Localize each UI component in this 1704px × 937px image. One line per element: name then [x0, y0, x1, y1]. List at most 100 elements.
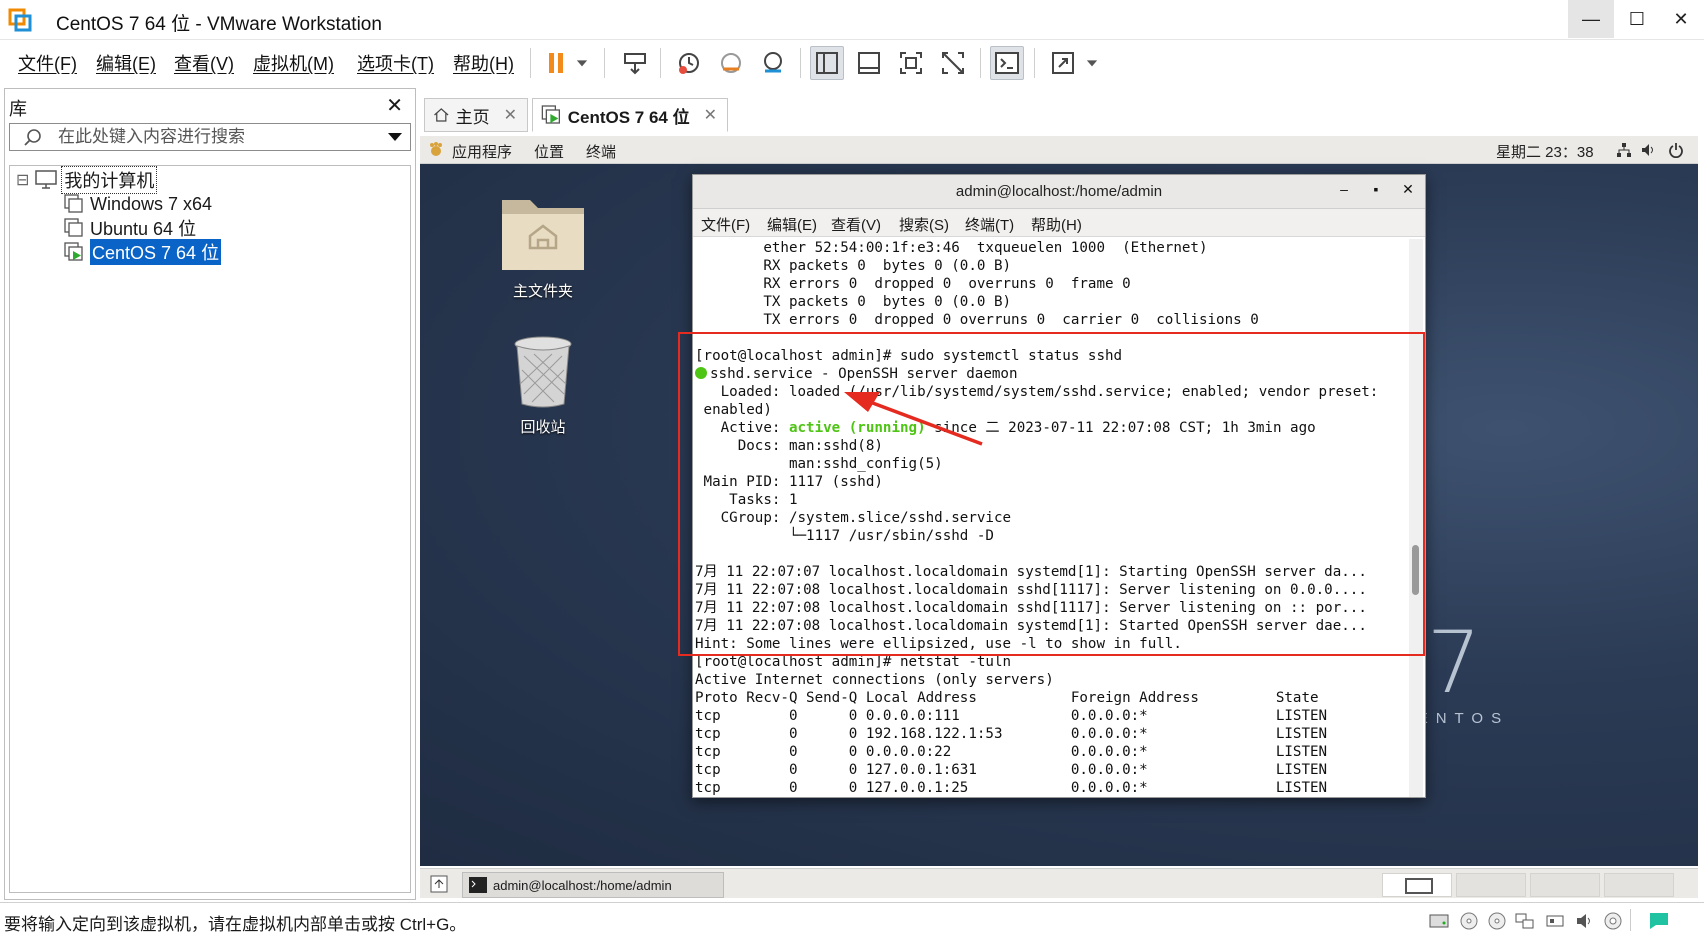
stretch-dropdown-icon[interactable]: [1080, 46, 1104, 80]
guest-bottom-bar: admin@localhost:/home/admin: [420, 868, 1698, 898]
volume-icon[interactable]: [1640, 142, 1656, 158]
title-bar: CentOS 7 64 位 - VMware Workstation — ☐ ✕: [0, 0, 1704, 40]
tree-root[interactable]: ⊟ 我的计算机: [16, 166, 158, 194]
terminal-close-button[interactable]: ✕: [1397, 181, 1419, 203]
taskbar-terminal-item[interactable]: admin@localhost:/home/admin: [462, 872, 724, 898]
library-panel: 库 ✕ ⊟ 我的计算机 Windows 7 x64 Ubuntu 64 位 Ce…: [4, 88, 416, 900]
terminal-menu-help[interactable]: 帮助(H): [1031, 214, 1082, 235]
terminal-title: admin@localhost:/home/admin: [955, 183, 1163, 200]
vmware-logo-icon: [8, 8, 32, 32]
gnome-terminal-menu[interactable]: 终端: [586, 141, 616, 162]
terminal-line: TX packets 0 bytes 0 (0.0 B): [695, 294, 1012, 310]
minimize-button[interactable]: —: [1568, 0, 1614, 38]
terminal-line: tcp 0 0 127.0.0.1:25 0.0.0.0:* LISTEN: [695, 780, 1328, 796]
gnome-places-menu[interactable]: 位置: [534, 141, 564, 162]
menu-help[interactable]: 帮助(H): [453, 50, 514, 76]
terminal-app-icon: [469, 877, 487, 893]
terminal-line: tcp 0 0 0.0.0.0:22 0.0.0.0:* LISTEN: [695, 744, 1328, 760]
annotation-arrow-icon: [844, 392, 983, 446]
terminal-titlebar[interactable]: admin@localhost:/home/admin – ▪ ✕: [693, 175, 1425, 209]
stretch-icon[interactable]: [1046, 46, 1080, 80]
hard-disk-icon[interactable]: [1428, 911, 1450, 931]
collapse-icon[interactable]: ⊟: [16, 170, 29, 190]
search-dropdown-icon[interactable]: [388, 133, 402, 141]
terminal-icon[interactable]: [990, 46, 1024, 80]
tab-centos[interactable]: CentOS 7 64 位 ✕: [532, 98, 728, 132]
vm-running-icon: [541, 105, 561, 124]
library-search-input[interactable]: [58, 126, 378, 148]
terminal-menu-terminal[interactable]: 终端(T): [965, 214, 1014, 235]
desktop-trash[interactable]: 回收站: [488, 334, 598, 437]
library-search[interactable]: [9, 123, 411, 151]
send-ctrl-alt-del-icon[interactable]: [618, 46, 652, 80]
annotation-highlight-box: [678, 332, 1425, 656]
desktop-home-folder[interactable]: 主文件夹: [488, 190, 598, 301]
tab-label: CentOS 7 64 位: [567, 107, 690, 127]
terminal-menubar: 文件(F) 编辑(E) 查看(V) 搜索(S) 终端(T) 帮助(H): [693, 209, 1425, 237]
tab-home[interactable]: 主页 ✕: [424, 98, 528, 132]
unity-icon[interactable]: [936, 46, 970, 80]
status-text: 要将输入定向到该虚拟机，请在虚拟机内部单击或按 Ctrl+G。: [4, 915, 467, 934]
tree-item-ubuntu[interactable]: Ubuntu 64 位: [64, 216, 196, 240]
home-icon: [434, 108, 449, 122]
workspace-3[interactable]: [1530, 873, 1600, 897]
tree-item-label: Windows 7 x64: [90, 193, 213, 214]
snapshot-icon[interactable]: [672, 46, 706, 80]
terminal-minimize-button[interactable]: –: [1333, 181, 1355, 203]
tree-root-label: 我的计算机: [61, 166, 158, 194]
terminal-line: RX errors 0 dropped 0 overruns 0 frame 0: [695, 276, 1131, 292]
tree-item-label: CentOS 7 64 位: [90, 239, 222, 265]
library-close-button[interactable]: ✕: [386, 93, 403, 118]
tree-item-windows7[interactable]: Windows 7 x64: [64, 192, 212, 216]
gnome-clock[interactable]: 星期二 23：38: [1496, 141, 1594, 162]
terminal-menu-edit[interactable]: 编辑(E): [767, 214, 817, 235]
terminal-maximize-button[interactable]: ▪: [1365, 181, 1387, 203]
menu-edit[interactable]: 编辑(E): [96, 50, 156, 76]
menu-view[interactable]: 查看(V): [174, 50, 234, 76]
menu-vm[interactable]: 虚拟机(M): [253, 50, 334, 76]
console-view-icon[interactable]: [852, 46, 886, 80]
terminal-line: TX errors 0 dropped 0 overruns 0 carrier…: [695, 312, 1259, 328]
terminal-menu-file[interactable]: 文件(F): [701, 214, 750, 235]
terminal-line: RX packets 0 bytes 0 (0.0 B): [695, 258, 1012, 274]
terminal-menu-view[interactable]: 查看(V): [831, 214, 881, 235]
menu-toolbar: 文件(F) 编辑(E) 查看(V) 虚拟机(M) 选项卡(T) 帮助(H): [0, 40, 1704, 86]
power-icon[interactable]: [1668, 142, 1684, 158]
cd-icon[interactable]: [1458, 911, 1480, 931]
snapshot-manager-icon[interactable]: [756, 46, 790, 80]
show-desktop-icon[interactable]: [430, 875, 448, 893]
workspace-4[interactable]: [1604, 873, 1674, 897]
message-icon[interactable]: [1648, 911, 1670, 931]
maximize-button[interactable]: ☐: [1614, 0, 1660, 38]
fullscreen-icon[interactable]: [894, 46, 928, 80]
usb-icon[interactable]: [1544, 911, 1566, 931]
tree-item-label: Ubuntu 64 位: [90, 219, 197, 239]
pause-icon[interactable]: [540, 46, 574, 80]
terminal-line: tcp 0 0 0.0.0.0:111 0.0.0.0:* LISTEN: [695, 708, 1328, 724]
tree-item-centos[interactable]: CentOS 7 64 位: [64, 239, 222, 265]
network-adapter-icon[interactable]: [1514, 911, 1536, 931]
workspace-2[interactable]: [1456, 873, 1526, 897]
revert-snapshot-icon[interactable]: [714, 46, 748, 80]
tab-label: 主页: [455, 107, 490, 127]
printer-icon[interactable]: [1602, 911, 1624, 931]
library-view-icon[interactable]: [810, 46, 844, 80]
sound-icon[interactable]: [1574, 911, 1596, 931]
tab-close-icon[interactable]: ✕: [504, 105, 517, 125]
guest-display[interactable]: 应用程序 位置 终端 星期二 23：38 主文件夹 回收站 7 CENTOS a…: [420, 136, 1698, 866]
tab-close-icon[interactable]: ✕: [704, 105, 717, 125]
network-icon[interactable]: [1616, 142, 1632, 158]
terminal-line: ether 52:54:00:1f:e3:46 txqueuelen 1000 …: [695, 240, 1208, 256]
close-button[interactable]: ✕: [1658, 0, 1704, 38]
dropdown-icon[interactable]: [570, 46, 594, 80]
menu-file[interactable]: 文件(F): [18, 50, 77, 76]
terminal-menu-search[interactable]: 搜索(S): [899, 214, 949, 235]
computer-icon: [35, 170, 58, 189]
trash-icon: [514, 336, 572, 408]
workspace-1[interactable]: [1382, 873, 1452, 897]
gnome-applications-menu[interactable]: 应用程序: [452, 141, 512, 162]
menu-tabs[interactable]: 选项卡(T): [357, 50, 434, 76]
terminal-line: tcp 0 0 127.0.0.1:631 0.0.0.0:* LISTEN: [695, 762, 1328, 778]
cd-icon-2[interactable]: [1486, 911, 1508, 931]
vm-area: 主页 ✕ CentOS 7 64 位 ✕ 应用程序 位置 终端 星期二 23：3…: [420, 88, 1700, 900]
